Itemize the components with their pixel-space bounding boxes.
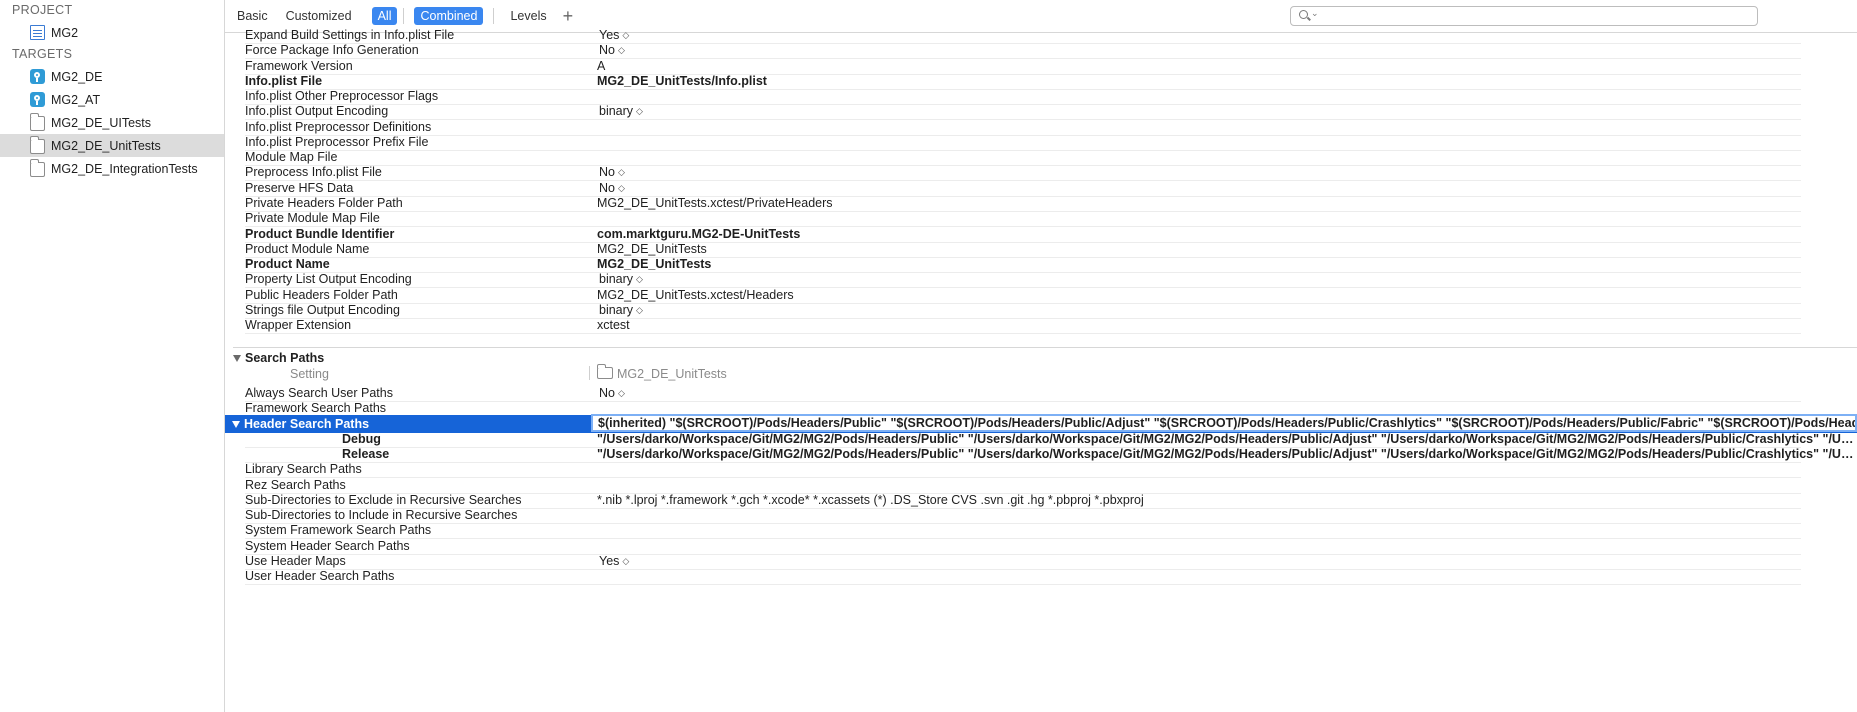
- tab-divider: [493, 8, 495, 24]
- folder-icon: [30, 113, 45, 131]
- sidebar-item-project[interactable]: MG2: [0, 21, 224, 44]
- sidebar-item-target[interactable]: MG2_DE_UnitTests: [0, 134, 224, 157]
- sidebar-item-label: MG2: [51, 25, 79, 40]
- chevron-down-icon: ⌄: [1311, 8, 1319, 18]
- section-divider: [233, 347, 1857, 348]
- disclosure-triangle-icon: [232, 420, 240, 428]
- sidebar: PROJECT MG2 TARGETS MG2_DE MG2_AT MG2_DE_U…: [0, 0, 225, 712]
- sidebar-item-label: MG2_DE: [51, 69, 103, 84]
- add-setting-button[interactable]: +: [563, 7, 574, 25]
- tab-levels[interactable]: Levels: [504, 7, 552, 25]
- settings-table: Expand Build Settings in Info.plist File…: [225, 28, 1857, 712]
- sidebar-item-target[interactable]: MG2_DE: [0, 65, 224, 88]
- setting-row[interactable]: User Header Search Paths: [225, 567, 1801, 585]
- search-icon: [1299, 10, 1308, 19]
- tab-combined[interactable]: Combined: [414, 7, 484, 25]
- column-target-label: MG2_DE_UnitTests: [597, 364, 727, 382]
- column-header: Setting MG2_DE_UnitTests: [225, 364, 1780, 382]
- column-separator: [589, 366, 590, 380]
- tab-basic[interactable]: Basic: [231, 7, 274, 25]
- project-file-icon: [30, 25, 45, 40]
- sidebar-item-target[interactable]: MG2_DE_IntegrationTests: [0, 157, 224, 180]
- tab-all[interactable]: All: [371, 7, 398, 25]
- project-section-header: PROJECT: [12, 3, 73, 17]
- sidebar-item-target[interactable]: MG2_DE_UITests: [0, 111, 224, 134]
- sidebar-item-label: MG2_DE_UnitTests: [51, 138, 161, 153]
- sidebar-item-label: MG2_DE_UITests: [51, 115, 152, 130]
- app-icon: [30, 92, 45, 107]
- sidebar-item-target[interactable]: MG2_AT: [0, 88, 224, 111]
- setting-name: Wrapper Extension: [245, 318, 352, 333]
- setting-value[interactable]: xctest: [597, 316, 630, 334]
- disclosure-triangle-icon: [233, 355, 241, 362]
- column-setting-label: Setting: [290, 367, 329, 381]
- group-header-search-paths[interactable]: Search Paths: [233, 349, 324, 367]
- setting-name: User Header Search Paths: [245, 569, 395, 583]
- folder-icon: [30, 136, 45, 154]
- targets-list: MG2_DE MG2_AT MG2_DE_UITests MG2_DE_UnitTes…: [0, 65, 224, 180]
- targets-section-header: TARGETS: [12, 47, 73, 61]
- row-divider: [245, 584, 1801, 585]
- setting-row[interactable]: Wrapper Extension xctest: [225, 316, 1801, 335]
- sidebar-item-label: MG2_AT: [51, 92, 101, 107]
- sidebar-item-label: MG2_DE_IntegrationTests: [51, 161, 198, 176]
- app-icon: [30, 69, 45, 84]
- tab-divider: [403, 8, 405, 24]
- filter-tabs: Basic Customized All Combined Levels: [225, 7, 553, 25]
- tab-customized[interactable]: Customized: [280, 7, 358, 25]
- row-divider: [245, 333, 1801, 335]
- search-field[interactable]: ⌄: [1290, 6, 1758, 26]
- folder-icon: [30, 159, 45, 177]
- folder-icon: [597, 364, 613, 379]
